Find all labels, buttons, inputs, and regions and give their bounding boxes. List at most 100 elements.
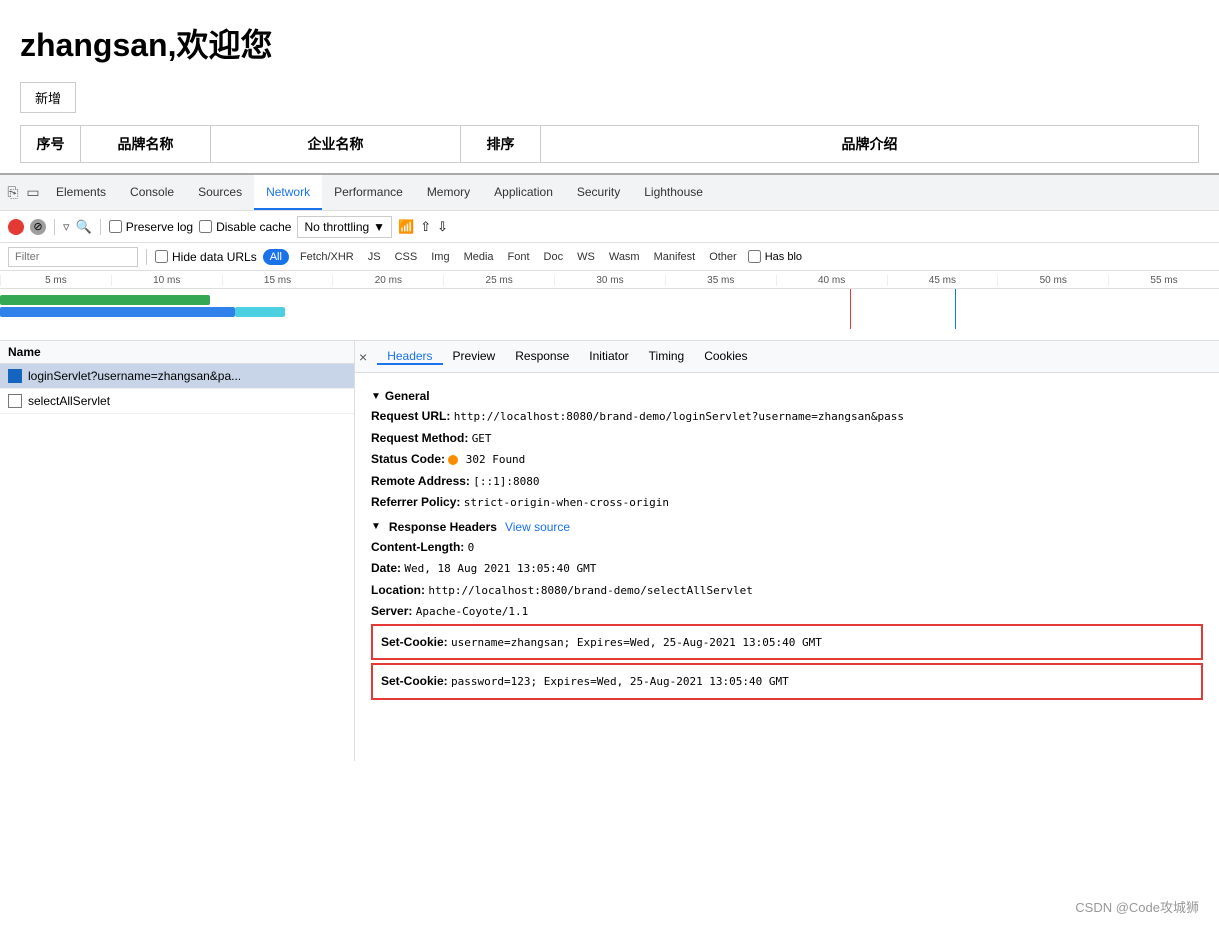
set-cookie-2-val: password=123; Expires=Wed, 25-Aug-2021 1… — [451, 675, 789, 688]
details-close-icon[interactable]: × — [359, 349, 367, 365]
add-button[interactable]: 新增 — [20, 82, 76, 113]
location-val: http://localhost:8080/brand-demo/selectA… — [428, 584, 753, 597]
set-cookie-1-box: Set-Cookie: username=zhangsan; Expires=W… — [371, 624, 1203, 661]
timeline-mark: 40 ms — [776, 275, 887, 286]
hide-data-urls-checkbox[interactable]: Hide data URLs — [155, 250, 257, 264]
timeline-mark: 30 ms — [554, 275, 665, 286]
filter-type-img[interactable]: Img — [426, 250, 454, 264]
col-company-name: 企业名称 — [211, 126, 461, 163]
watermark: CSDN @Code攻城狮 — [1075, 897, 1199, 916]
status-code-key: Status Code: — [371, 452, 445, 466]
col-brand-name: 品牌名称 — [81, 126, 211, 163]
date-key: Date: — [371, 561, 401, 575]
disable-cache-label: Disable cache — [216, 220, 291, 234]
filter-all-button[interactable]: All — [263, 249, 289, 265]
disable-cache-checkbox[interactable]: Disable cache — [199, 220, 291, 234]
inspect-icon[interactable]: ⎘ — [4, 184, 22, 202]
search-icon[interactable]: 🔍 — [76, 219, 92, 235]
filter-type-other[interactable]: Other — [704, 250, 742, 264]
timeline-mark: 25 ms — [443, 275, 554, 286]
date-row: Date: Wed, 18 Aug 2021 13:05:40 GMT — [371, 559, 1203, 578]
devtools-tab-memory[interactable]: Memory — [415, 175, 482, 210]
status-dot-icon — [448, 455, 458, 465]
timeline-bar-green — [0, 295, 210, 305]
has-blo-checkbox[interactable]: Has blo — [748, 250, 802, 263]
devtools-tab-sources[interactable]: Sources — [186, 175, 254, 210]
preserve-log-checkbox[interactable]: Preserve log — [109, 220, 193, 234]
referrer-policy-val: strict-origin-when-cross-origin — [464, 496, 669, 509]
remote-address-val: [::1]:8080 — [473, 475, 539, 488]
details-tab-cookies[interactable]: Cookies — [694, 349, 757, 363]
date-val: Wed, 18 Aug 2021 13:05:40 GMT — [404, 562, 596, 575]
details-panel: × HeadersPreviewResponseInitiatorTimingC… — [355, 341, 1219, 761]
filter-type-css[interactable]: CSS — [390, 250, 423, 264]
devtools-tab-security[interactable]: Security — [565, 175, 632, 210]
timeline-mark: 35 ms — [665, 275, 776, 286]
set-cookie-2-box: Set-Cookie: password=123; Expires=Wed, 2… — [371, 663, 1203, 700]
details-tab-headers[interactable]: Headers — [377, 349, 442, 365]
requests-list: loginServlet?username=zhangsan&pa...sele… — [0, 364, 354, 414]
filter-type-doc[interactable]: Doc — [539, 250, 569, 264]
devtools-panel: ⎘ ▭ ElementsConsoleSourcesNetworkPerform… — [0, 173, 1219, 761]
filter-type-font[interactable]: Font — [503, 250, 535, 264]
disable-cache-input[interactable] — [199, 220, 212, 233]
record-icon[interactable] — [8, 219, 24, 235]
remote-address-row: Remote Address: [::1]:8080 — [371, 472, 1203, 491]
request-url-val: http://localhost:8080/brand-demo/loginSe… — [454, 410, 904, 423]
timeline-mark: 10 ms — [111, 275, 222, 286]
devtools-tab-elements[interactable]: Elements — [44, 175, 118, 210]
set-cookie-1-val: username=zhangsan; Expires=Wed, 25-Aug-2… — [451, 636, 822, 649]
filter-type-manifest[interactable]: Manifest — [649, 250, 701, 264]
request-url-row: Request URL: http://localhost:8080/brand… — [371, 407, 1203, 426]
requests-panel: Name loginServlet?username=zhangsan&pa..… — [0, 341, 355, 761]
preserve-log-label: Preserve log — [126, 220, 193, 234]
download-icon[interactable]: ⇩ — [437, 219, 448, 235]
toolbar-sep-2 — [100, 219, 101, 235]
referrer-policy-row: Referrer Policy: strict-origin-when-cros… — [371, 493, 1203, 512]
request-row-login[interactable]: loginServlet?username=zhangsan&pa... — [0, 364, 354, 389]
filter-input[interactable] — [8, 247, 138, 267]
details-tab-initiator[interactable]: Initiator — [579, 349, 638, 363]
devtools-tab-lighthouse[interactable]: Lighthouse — [632, 175, 715, 210]
devtools-tab-network[interactable]: Network — [254, 175, 322, 210]
details-tab-response[interactable]: Response — [505, 349, 579, 363]
filter-sep — [146, 249, 147, 265]
view-source-link[interactable]: View source — [505, 520, 570, 534]
hide-data-urls-input[interactable] — [155, 250, 168, 263]
details-tab-preview[interactable]: Preview — [443, 349, 506, 363]
devtools-tab-application[interactable]: Application — [482, 175, 565, 210]
content-length-val: 0 — [468, 541, 475, 554]
upload-icon[interactable]: ⇧ — [420, 219, 431, 235]
clear-icon[interactable]: ⊘ — [30, 219, 46, 235]
filter-icon[interactable]: ▿ — [63, 219, 70, 235]
timeline-bar-blue-main — [0, 307, 235, 317]
status-code-val: 302 Found — [466, 453, 526, 466]
filter-type-media[interactable]: Media — [459, 250, 499, 264]
details-tab-timing[interactable]: Timing — [639, 349, 695, 363]
request-row-select[interactable]: selectAllServlet — [0, 389, 354, 414]
has-blo-input[interactable] — [748, 250, 761, 263]
page-title: zhangsan,欢迎您 — [20, 20, 1199, 66]
throttling-dropdown[interactable]: No throttling ▼ — [297, 216, 392, 238]
server-key: Server: — [371, 604, 412, 618]
filter-type-fetch/xhr[interactable]: Fetch/XHR — [295, 250, 359, 264]
filter-type-wasm[interactable]: Wasm — [604, 250, 645, 264]
col-sort: 排序 — [461, 126, 541, 163]
timeline-mark: 55 ms — [1108, 275, 1219, 286]
set-cookie-1-key: Set-Cookie: — [381, 635, 448, 649]
filter-type-js[interactable]: JS — [363, 250, 386, 264]
devtools-tab-console[interactable]: Console — [118, 175, 186, 210]
request-file-icon — [8, 394, 22, 408]
timeline-area: 5 ms10 ms15 ms20 ms25 ms30 ms35 ms40 ms4… — [0, 271, 1219, 341]
filter-type-ws[interactable]: WS — [572, 250, 600, 264]
devtools-tab-performance[interactable]: Performance — [322, 175, 415, 210]
wifi-icon[interactable]: 📶 — [398, 219, 414, 235]
request-method-val: GET — [472, 432, 492, 445]
timeline-bars — [0, 289, 1219, 329]
page-content: zhangsan,欢迎您 新增 序号 品牌名称 企业名称 排序 品牌介绍 — [0, 0, 1219, 173]
device-icon[interactable]: ▭ — [24, 184, 42, 202]
toolbar-sep-1 — [54, 219, 55, 235]
timeline-blue-line — [955, 289, 956, 329]
preserve-log-input[interactable] — [109, 220, 122, 233]
table-header-row: 序号 品牌名称 企业名称 排序 品牌介绍 — [21, 126, 1199, 163]
